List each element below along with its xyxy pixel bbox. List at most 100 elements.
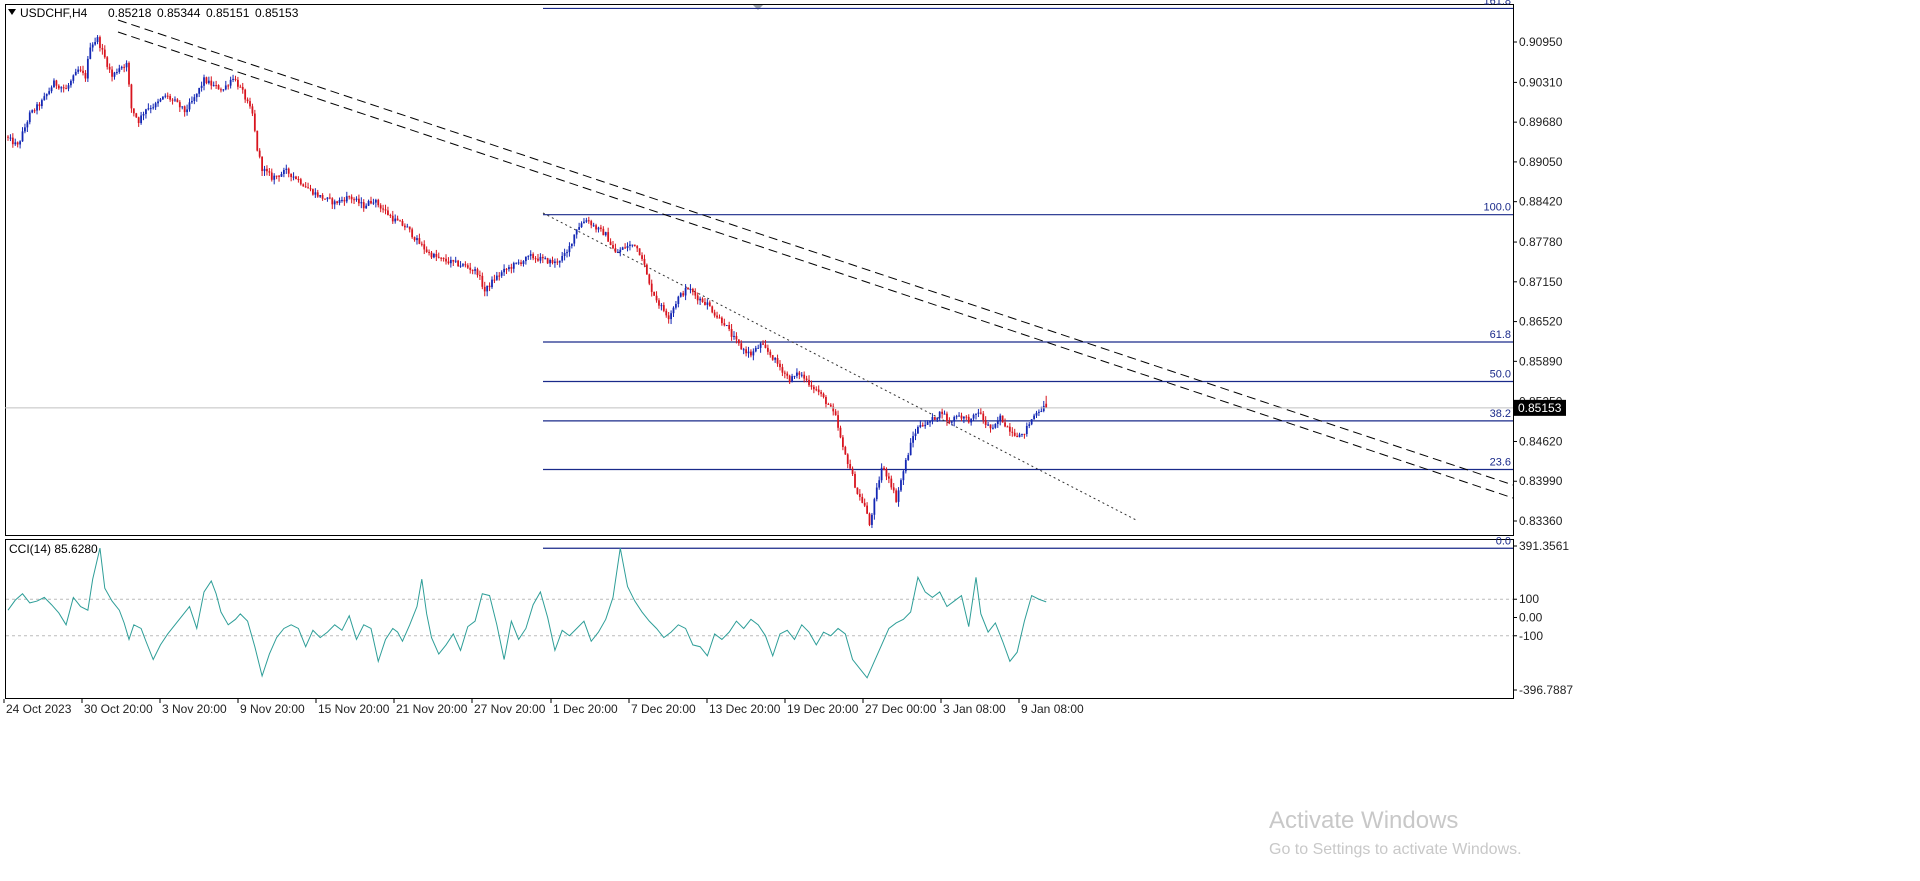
candle-body (40, 100, 43, 107)
cci-tick-label: 0.00 (1519, 611, 1543, 625)
candle-body (476, 269, 479, 276)
candle-body (931, 417, 934, 422)
candle-body (290, 173, 293, 178)
candle-body (94, 42, 97, 45)
candle-body (285, 168, 288, 171)
candle-body (917, 427, 919, 434)
candle-body (788, 375, 791, 383)
candle-body (396, 218, 399, 221)
candle-body (950, 421, 953, 423)
candle-body (79, 69, 82, 71)
time-tick-label: 13 Dec 20:00 (709, 702, 781, 716)
candle-body (713, 312, 716, 316)
ohlc-open: 0.85218 (108, 6, 152, 20)
candle-body (708, 302, 711, 307)
candle (457, 259, 460, 268)
candle-body (604, 232, 607, 236)
candle-body (355, 198, 358, 200)
fib-level-label: 100.0 (1483, 202, 1511, 214)
candle-body (287, 168, 290, 174)
candle-body (379, 205, 382, 209)
trading-chart[interactable]: 161.8100.061.850.038.223.60.0 0.909500.9… (0, 0, 1920, 881)
candle-body (653, 291, 656, 296)
candle-body (982, 413, 985, 421)
candle-body (394, 218, 397, 222)
candle-body (256, 130, 259, 151)
candle-body (174, 99, 176, 101)
candle (217, 84, 220, 90)
candle (648, 273, 651, 286)
candle-body (1004, 422, 1006, 427)
candle-body (483, 286, 486, 292)
candle (128, 61, 130, 87)
candle-body (401, 220, 404, 226)
candle-body (229, 79, 232, 86)
candle-body (135, 113, 138, 118)
candle-body (77, 69, 80, 72)
candle-body (28, 112, 31, 123)
fib-level-label: 38.2 (1490, 408, 1511, 420)
candle-body (616, 252, 619, 254)
candle-body (282, 170, 285, 175)
candle-body (587, 220, 590, 222)
candle-body (912, 436, 914, 443)
candle (868, 512, 871, 527)
candle (256, 130, 259, 152)
candle-body (253, 113, 256, 131)
candle-body (191, 100, 193, 103)
candle-body (779, 363, 781, 368)
candle-body (408, 226, 411, 230)
candle (900, 478, 902, 492)
candle-body (312, 189, 314, 195)
candle-body (791, 376, 793, 383)
candle-body (558, 260, 561, 263)
candle-body (527, 255, 530, 257)
ohlc-close: 0.85153 (255, 6, 299, 20)
time-tick-label: 9 Nov 20:00 (240, 702, 305, 716)
candle-body (520, 262, 522, 264)
candle-body (641, 255, 643, 259)
candle-body (491, 279, 493, 288)
time-tick-label: 3 Nov 20:00 (162, 702, 227, 716)
time-tick-label: 9 Jan 08:00 (1021, 702, 1084, 716)
candle-body (590, 221, 593, 226)
candle-body (261, 156, 263, 172)
candle-body (353, 199, 355, 201)
candle-body (125, 62, 128, 68)
symbol-label[interactable]: USDCHF,H4 (20, 6, 88, 20)
candle-body (568, 246, 571, 253)
candle-body (963, 416, 965, 419)
candle (725, 324, 728, 327)
candle-body (389, 215, 392, 217)
candle-body (210, 80, 213, 86)
time-tick-label: 19 Dec 20:00 (787, 702, 859, 716)
candle-body (280, 174, 283, 177)
candle-body (633, 244, 636, 247)
fib-level-label: 23.6 (1490, 457, 1511, 469)
candle-body (333, 201, 336, 205)
candle (1030, 419, 1033, 426)
candle-body (1035, 412, 1038, 416)
candle-body (479, 275, 481, 277)
candle-body (374, 199, 377, 203)
candle-body (856, 487, 859, 494)
candle-body (411, 229, 414, 238)
candle-body (57, 85, 60, 89)
candle-body (723, 323, 726, 326)
candle-body (914, 433, 917, 437)
candle-body (783, 372, 786, 374)
candle-body (416, 238, 418, 241)
candle-body (120, 66, 123, 69)
candle-body (45, 93, 48, 97)
candle-body (1018, 434, 1021, 438)
candle-body (539, 256, 542, 261)
candle-body (198, 87, 201, 94)
candle-body (435, 253, 438, 257)
candle-body (113, 72, 116, 77)
candle (856, 487, 859, 495)
candle-body (244, 89, 247, 100)
candle-body (372, 202, 375, 204)
candle-body (62, 87, 65, 89)
candle-body (161, 96, 164, 100)
candle-body (989, 424, 992, 429)
